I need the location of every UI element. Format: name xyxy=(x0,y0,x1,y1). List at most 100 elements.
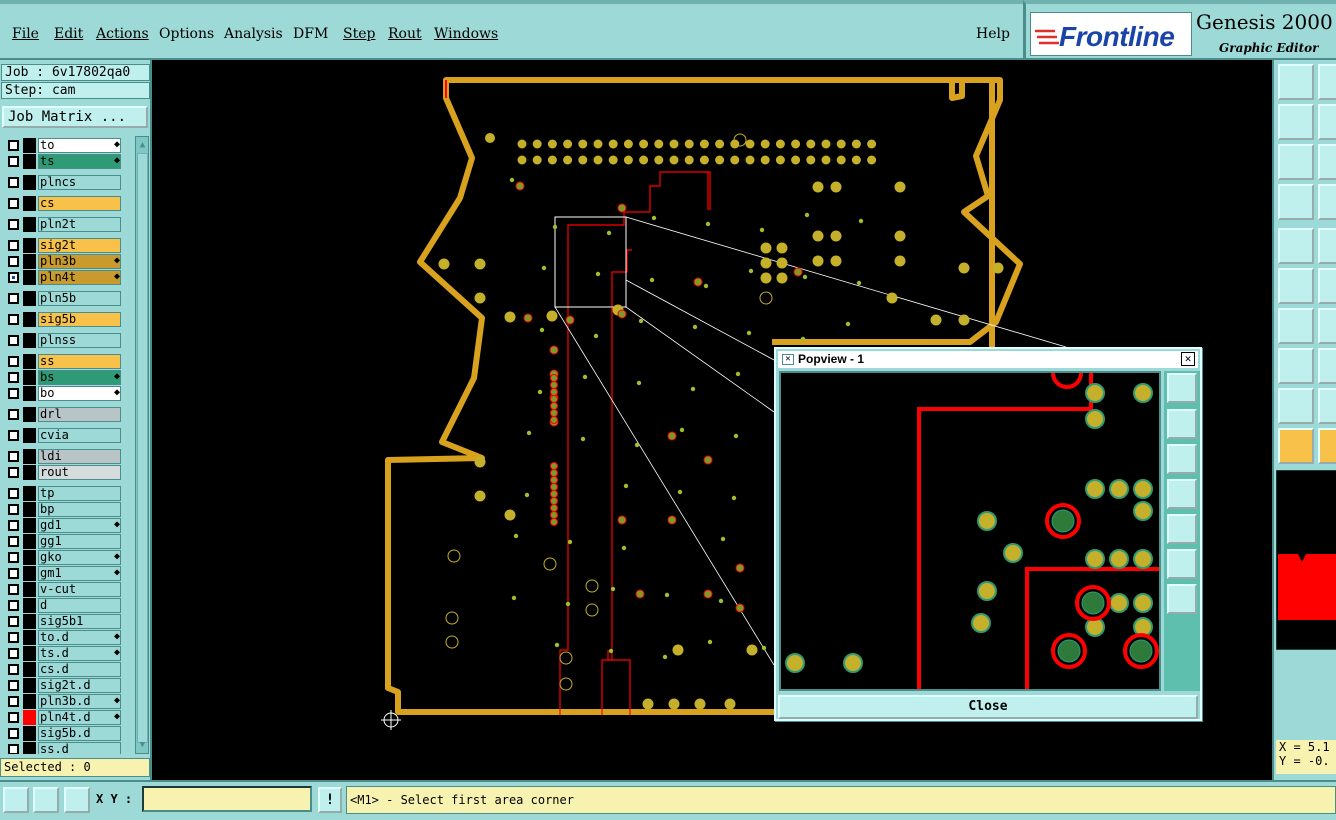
layer-color-swatch[interactable] xyxy=(23,354,36,369)
layer-name[interactable]: ts.d xyxy=(38,646,121,661)
layer-color-swatch[interactable] xyxy=(23,407,36,422)
menu-edit[interactable]: Edit xyxy=(54,26,83,42)
layer-checkbox[interactable] xyxy=(8,140,19,151)
layer-color-swatch[interactable] xyxy=(23,196,36,211)
layer-name[interactable]: pln2t xyxy=(38,217,121,232)
layer-row-pln3b[interactable]: pln3b ◆ xyxy=(2,254,124,269)
layer-color-swatch[interactable] xyxy=(23,742,36,754)
menu-help[interactable]: Help xyxy=(976,26,1010,42)
menu-analysis[interactable]: Analysis xyxy=(224,26,283,42)
layer-row-cs[interactable]: cs xyxy=(2,196,124,211)
layer-name[interactable]: rout xyxy=(38,465,121,480)
zoom-out-icon[interactable] xyxy=(1167,584,1197,614)
layer-color-swatch[interactable] xyxy=(23,270,36,285)
layer-name[interactable]: bp xyxy=(38,502,121,517)
layer-checkbox[interactable] xyxy=(8,335,19,346)
layer-color-swatch[interactable] xyxy=(23,238,36,253)
layer-color-swatch[interactable] xyxy=(23,534,36,549)
menu-rout[interactable]: Rout xyxy=(388,26,422,42)
layer-row-sig5b-d[interactable]: sig5b.d xyxy=(2,726,124,741)
layer-name[interactable]: cvia xyxy=(38,428,121,443)
layer-name[interactable]: gm1 xyxy=(38,566,121,581)
layer-color-swatch[interactable] xyxy=(23,502,36,517)
layer-checkbox[interactable] xyxy=(8,177,19,188)
layer-checkbox[interactable] xyxy=(8,156,19,167)
layer-name[interactable]: sig5b.d xyxy=(38,726,121,741)
layer-checkbox[interactable] xyxy=(8,293,19,304)
layer-checkbox[interactable] xyxy=(8,616,19,627)
layer-checkbox[interactable] xyxy=(8,600,19,611)
layer-row-ts[interactable]: ts ◆ xyxy=(2,154,124,169)
layer-checkbox[interactable] xyxy=(8,219,19,230)
layer-checkbox[interactable] xyxy=(8,728,19,739)
pan-down-icon[interactable] xyxy=(1167,444,1197,474)
layer-row-bp[interactable]: bp xyxy=(2,502,124,517)
layer-color-swatch[interactable] xyxy=(23,138,36,153)
layer-checkbox[interactable] xyxy=(8,467,19,478)
layer-color-swatch[interactable] xyxy=(23,630,36,645)
layer-color-swatch[interactable] xyxy=(23,694,36,709)
layer-row-to-d[interactable]: to.d ◆ xyxy=(2,630,124,645)
layer-name[interactable]: ss xyxy=(38,354,121,369)
popview-close-button[interactable]: Close xyxy=(778,695,1198,719)
menu-windows[interactable]: Windows xyxy=(434,26,498,42)
layer-row-drl[interactable]: drl xyxy=(2,407,124,422)
menu-step[interactable]: Step xyxy=(343,26,375,42)
select-box-icon[interactable] xyxy=(1318,428,1336,464)
measure-icon[interactable] xyxy=(1278,308,1314,344)
layer-checkbox[interactable] xyxy=(8,409,19,420)
layer-row-sig5b[interactable]: sig5b xyxy=(2,312,124,327)
layer-name[interactable]: pln3b.d xyxy=(38,694,121,709)
layer-checkbox[interactable] xyxy=(8,504,19,515)
layer-checkbox[interactable] xyxy=(8,356,19,367)
zoom-home-icon[interactable] xyxy=(1278,64,1314,100)
layer-row-bo[interactable]: bo ◆ xyxy=(2,386,124,401)
layer-row-ss-d[interactable]: ss.d xyxy=(2,742,124,754)
layer-name[interactable]: ldi xyxy=(38,449,121,464)
layer-name[interactable]: v-cut xyxy=(38,582,121,597)
zoom-profile-icon[interactable] xyxy=(1318,144,1336,180)
layer-name[interactable]: ss.d xyxy=(38,742,121,754)
angle-mode-icon[interactable] xyxy=(33,787,59,813)
layer-checkbox[interactable] xyxy=(8,256,19,267)
layer-color-swatch[interactable] xyxy=(23,154,36,169)
layer-name[interactable]: plnss xyxy=(38,333,121,348)
layer-checkbox[interactable] xyxy=(8,632,19,643)
close-icon[interactable]: ✕ xyxy=(1181,352,1195,366)
layer-row-sig2t-d[interactable]: sig2t.d xyxy=(2,678,124,693)
layer-row-gg1[interactable]: gg1 xyxy=(2,534,124,549)
layer-row-ss[interactable]: ss xyxy=(2,354,124,369)
popview-titlebar[interactable]: ✕ Popview - 1 ✕ xyxy=(778,351,1198,368)
add-pad-icon[interactable] xyxy=(1278,228,1314,264)
layer-row-v-cut[interactable]: v-cut xyxy=(2,582,124,597)
layer-color-swatch[interactable] xyxy=(23,291,36,306)
layer-checkbox[interactable] xyxy=(8,451,19,462)
drc-icon[interactable] xyxy=(1278,388,1314,424)
layer-color-swatch[interactable] xyxy=(23,566,36,581)
snap-mode-icon[interactable] xyxy=(3,787,29,813)
layer-checkbox[interactable] xyxy=(8,712,19,723)
pan-up-icon[interactable] xyxy=(1167,409,1197,439)
layer-color-swatch[interactable] xyxy=(23,550,36,565)
window-menu-icon[interactable]: ✕ xyxy=(782,354,794,365)
cut-icon[interactable] xyxy=(1318,268,1336,304)
pan-left-icon[interactable] xyxy=(1167,479,1197,509)
layer-color-swatch[interactable] xyxy=(23,333,36,348)
layer-color-swatch[interactable] xyxy=(23,582,36,597)
zoom-window-icon[interactable] xyxy=(1318,64,1336,100)
layer-color-swatch[interactable] xyxy=(23,614,36,629)
layer-row-pln2t[interactable]: pln2t xyxy=(2,217,124,232)
layer-color-swatch[interactable] xyxy=(23,370,36,385)
layer-row-tp[interactable]: tp xyxy=(2,486,124,501)
layer-color-swatch[interactable] xyxy=(23,726,36,741)
layer-checkbox[interactable] xyxy=(8,744,19,754)
xy-input[interactable] xyxy=(142,786,312,812)
layer-checkbox[interactable] xyxy=(8,648,19,659)
layer-name[interactable]: pln4t xyxy=(38,270,121,285)
layer-checkbox[interactable] xyxy=(8,388,19,399)
layer-row-gd1[interactable]: gd1 ◆ xyxy=(2,518,124,533)
layer-color-swatch[interactable] xyxy=(23,518,36,533)
select-pointer-icon[interactable] xyxy=(1278,428,1314,464)
pan-right-icon[interactable] xyxy=(1167,514,1197,544)
layer-row-to[interactable]: to ◆ xyxy=(2,138,124,153)
